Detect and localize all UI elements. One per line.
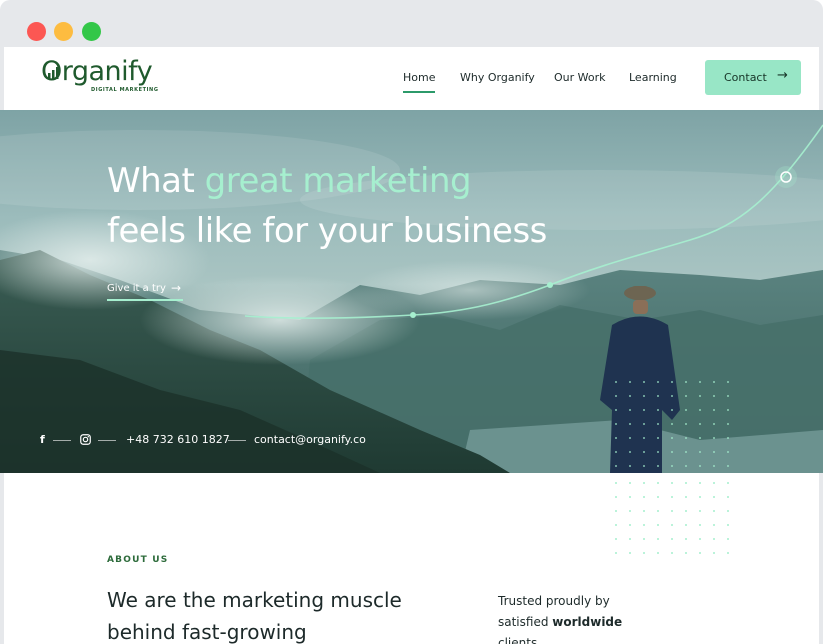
hero-title-part1: What [107,161,205,201]
hero-headline-line1: What great marketing [107,156,547,206]
line-endpoint-halo [775,166,797,188]
nav-our-work[interactable]: Our Work [554,71,606,84]
window-maximize-button[interactable] [82,22,101,41]
window-minimize-button[interactable] [54,22,73,41]
facebook-icon[interactable]: f [40,433,45,446]
about-eyebrow: ABOUT US [107,555,169,565]
instagram-icon[interactable] [80,434,91,445]
arrow-right-icon: → [171,281,182,295]
nav-home[interactable]: Home [403,71,436,93]
strip-divider [98,440,116,441]
trusted-text: Trusted proudly by satisfied worldwide c… [498,591,638,644]
hero-headline: What great marketing feels like for your… [107,156,547,256]
email-link[interactable]: contact@organify.co [254,433,366,446]
nav-why-organify[interactable]: Why Organify [460,71,535,84]
window-close-button[interactable] [27,22,46,41]
line-point-marker [410,312,416,318]
about-heading: We are the marketing muscle behind fast-… [107,588,402,644]
hero-title-accent: great marketing [204,161,472,201]
cta-underline [107,299,183,301]
arrow-right-icon: → [777,68,788,83]
strip-divider [228,440,246,441]
contact-button[interactable]: Contact → [705,60,801,95]
brand-logo[interactable]: Organify DIGITAL MARKETING [41,57,171,94]
phone-link[interactable]: +48 732 610 1827 [126,433,230,446]
brand-tagline: DIGITAL MARKETING [91,87,159,93]
dot-grid-decoration [615,482,729,554]
hero-headline-line2: feels like for your business [107,211,547,251]
nav-learning[interactable]: Learning [629,71,677,84]
browser-window-bar [0,0,823,47]
chart-bars-icon [48,67,59,79]
trusted-suffix: clients [498,636,538,644]
line-point-marker [547,282,553,288]
trusted-bold: worldwide [552,615,623,629]
strip-divider [53,440,71,441]
contact-button-label: Contact [724,71,767,84]
site-header: Organify DIGITAL MARKETING Home Why Orga… [4,47,819,110]
give-it-a-try-link[interactable]: Give it a try [107,283,166,294]
